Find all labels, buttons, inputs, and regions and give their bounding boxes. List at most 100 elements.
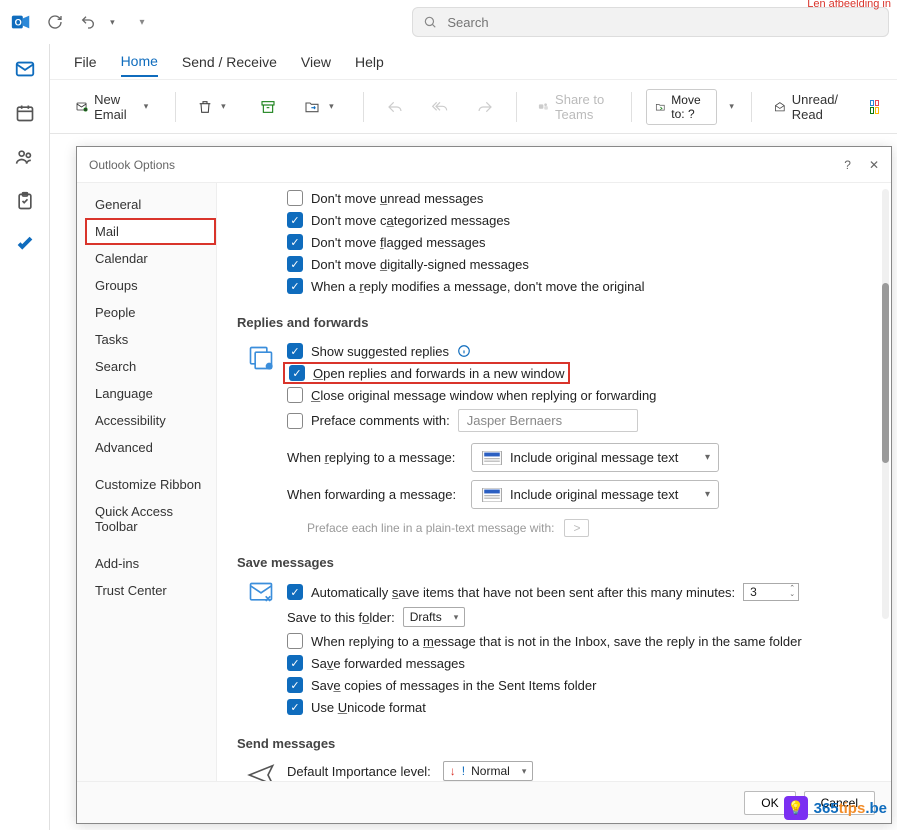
move-folder-button[interactable]: ▾ bbox=[295, 95, 349, 119]
unread-read-button[interactable]: Unread/ Read bbox=[766, 88, 852, 126]
title-bar: O ▾ ▾ bbox=[0, 0, 897, 44]
sidebar-item-tasks[interactable]: Tasks bbox=[85, 326, 216, 353]
importance-label: Default Importance level: bbox=[287, 764, 431, 779]
option-preface-comments[interactable]: Preface comments with: Jasper Bernaers bbox=[287, 406, 863, 435]
include-text-icon bbox=[482, 451, 502, 465]
reply-icon bbox=[386, 99, 404, 115]
option-close-original[interactable]: Close original message window when reply… bbox=[287, 384, 863, 406]
option-autosave[interactable]: ✓Automatically save items that have not … bbox=[287, 580, 863, 604]
calendar-rail-icon[interactable] bbox=[14, 102, 36, 124]
mail-icon: + bbox=[76, 99, 88, 115]
dialog-titlebar: Outlook Options ? ✕ bbox=[77, 147, 891, 183]
sidebar-item-customize-ribbon[interactable]: Customize Ribbon bbox=[85, 471, 216, 498]
close-icon[interactable]: ✕ bbox=[869, 158, 879, 172]
sidebar-item-people[interactable]: People bbox=[85, 299, 216, 326]
dialog-title-text: Outlook Options bbox=[89, 158, 175, 172]
ribbon: + New Email ▾ ▾ ▾ Share to Teams Move to… bbox=[50, 80, 897, 134]
sidebar-item-advanced[interactable]: Advanced bbox=[85, 434, 216, 461]
ribbon-tabs: File Home Send / Receive View Help bbox=[50, 44, 897, 80]
preface-name-input: Jasper Bernaers bbox=[458, 409, 638, 432]
watermark-logo-icon: 💡 bbox=[784, 796, 808, 820]
move-to-select[interactable]: Move to: ? bbox=[646, 89, 718, 125]
autosave-minutes-input[interactable]: 3 bbox=[743, 583, 799, 601]
trash-icon bbox=[197, 99, 213, 115]
option-dont-move-unread[interactable]: Don't move unread messages bbox=[287, 187, 863, 209]
search-icon bbox=[423, 15, 437, 29]
envelope-open-icon bbox=[774, 99, 786, 115]
sync-icon[interactable] bbox=[43, 9, 68, 35]
when-forwarding-select[interactable]: Include original message text bbox=[471, 480, 719, 509]
reply-all-button[interactable] bbox=[422, 95, 458, 119]
tab-help[interactable]: Help bbox=[355, 48, 384, 76]
send-section-icon bbox=[247, 761, 275, 781]
search-input[interactable] bbox=[445, 14, 878, 31]
option-save-reply-same-folder[interactable]: When replying to a message that is not i… bbox=[287, 630, 863, 652]
forward-button[interactable] bbox=[468, 95, 502, 119]
sidebar-item-language[interactable]: Language bbox=[85, 380, 216, 407]
share-teams-button[interactable]: Share to Teams bbox=[530, 88, 617, 126]
teams-icon bbox=[538, 98, 549, 116]
sidebar-item-groups[interactable]: Groups bbox=[85, 272, 216, 299]
tab-file[interactable]: File bbox=[74, 48, 97, 76]
left-navigation-rail bbox=[0, 44, 50, 830]
reply-button[interactable] bbox=[378, 95, 412, 119]
sidebar-item-accessibility[interactable]: Accessibility bbox=[85, 407, 216, 434]
new-email-button[interactable]: + New Email ▾ bbox=[68, 88, 161, 126]
tab-home[interactable]: Home bbox=[121, 47, 158, 77]
info-icon[interactable] bbox=[457, 344, 471, 358]
search-box[interactable] bbox=[412, 7, 889, 37]
folder-icon bbox=[655, 100, 666, 114]
help-button[interactable]: ? bbox=[844, 158, 851, 172]
options-sidebar: General Mail Calendar Groups People Task… bbox=[77, 183, 217, 781]
sidebar-item-mail[interactable]: Mail bbox=[85, 218, 216, 245]
preface-line-hint: Preface each line in a plain-text messag… bbox=[307, 519, 863, 537]
option-reply-modifies[interactable]: ✓When a reply modifies a message, don't … bbox=[287, 275, 863, 297]
option-dont-move-signed[interactable]: ✓Don't move digitally-signed messages bbox=[287, 253, 863, 275]
sidebar-item-search[interactable]: Search bbox=[85, 353, 216, 380]
forward-icon bbox=[476, 99, 494, 115]
undo-icon[interactable] bbox=[75, 9, 100, 35]
scrollbar-thumb[interactable] bbox=[882, 283, 889, 463]
save-folder-select[interactable]: Drafts bbox=[403, 607, 466, 627]
tasks-rail-icon[interactable] bbox=[14, 190, 36, 212]
when-replying-select[interactable]: Include original message text bbox=[471, 443, 719, 472]
archive-icon bbox=[259, 99, 277, 115]
cropped-text: Len afbeelding in bbox=[807, 0, 891, 10]
dialog-footer: OK Cancel bbox=[77, 781, 891, 823]
save-folder-row: Save to this folder: Drafts bbox=[287, 604, 863, 630]
options-content: Don't move unread messages ✓Don't move c… bbox=[217, 183, 891, 781]
svg-text:O: O bbox=[15, 18, 22, 28]
undo-dropdown-icon[interactable]: ▾ bbox=[108, 17, 122, 28]
sidebar-item-general[interactable]: General bbox=[85, 191, 216, 218]
delete-button[interactable]: ▾ bbox=[189, 95, 241, 119]
option-save-sent-copies[interactable]: ✓Save copies of messages in the Sent Ite… bbox=[287, 674, 863, 696]
options-dialog: Outlook Options ? ✕ General Mail Calenda… bbox=[76, 146, 892, 824]
mail-rail-icon[interactable] bbox=[14, 58, 36, 80]
sidebar-item-addins[interactable]: Add-ins bbox=[85, 550, 216, 577]
when-replying-label: When replying to a message: bbox=[287, 450, 459, 465]
when-forwarding-label: When forwarding a message: bbox=[287, 487, 459, 502]
option-dont-move-categorized[interactable]: ✓Don't move categorized messages bbox=[287, 209, 863, 231]
option-open-new-window-highlighted[interactable]: ✓Open replies and forwards in a new wind… bbox=[283, 362, 570, 384]
section-save-messages: Save messages bbox=[237, 555, 863, 570]
people-rail-icon[interactable] bbox=[14, 146, 36, 168]
save-section-icon bbox=[247, 580, 275, 608]
option-dont-move-flagged[interactable]: ✓Don't move flagged messages bbox=[287, 231, 863, 253]
reply-all-icon bbox=[430, 99, 450, 115]
section-replies-forwards: Replies and forwards bbox=[237, 315, 863, 330]
categorize-icon[interactable] bbox=[870, 100, 879, 114]
sidebar-item-trust-center[interactable]: Trust Center bbox=[85, 577, 216, 604]
todo-rail-icon[interactable] bbox=[14, 234, 36, 256]
outlook-logo-icon: O bbox=[8, 8, 35, 36]
sidebar-item-qat[interactable]: Quick Access Toolbar bbox=[85, 498, 216, 540]
customize-qat-icon[interactable]: ▾ bbox=[130, 9, 155, 35]
move-to-dropdown[interactable]: ▾ bbox=[727, 101, 737, 112]
tab-view[interactable]: View bbox=[301, 48, 331, 76]
option-suggested-replies[interactable]: ✓Show suggested replies bbox=[287, 340, 863, 362]
option-unicode[interactable]: ✓Use Unicode format bbox=[287, 696, 863, 718]
tab-send-receive[interactable]: Send / Receive bbox=[182, 48, 277, 76]
sidebar-item-calendar[interactable]: Calendar bbox=[85, 245, 216, 272]
importance-select[interactable]: ↓! Normal bbox=[443, 761, 534, 781]
option-save-forwarded[interactable]: ✓Save forwarded messages bbox=[287, 652, 863, 674]
archive-button[interactable] bbox=[251, 95, 285, 119]
